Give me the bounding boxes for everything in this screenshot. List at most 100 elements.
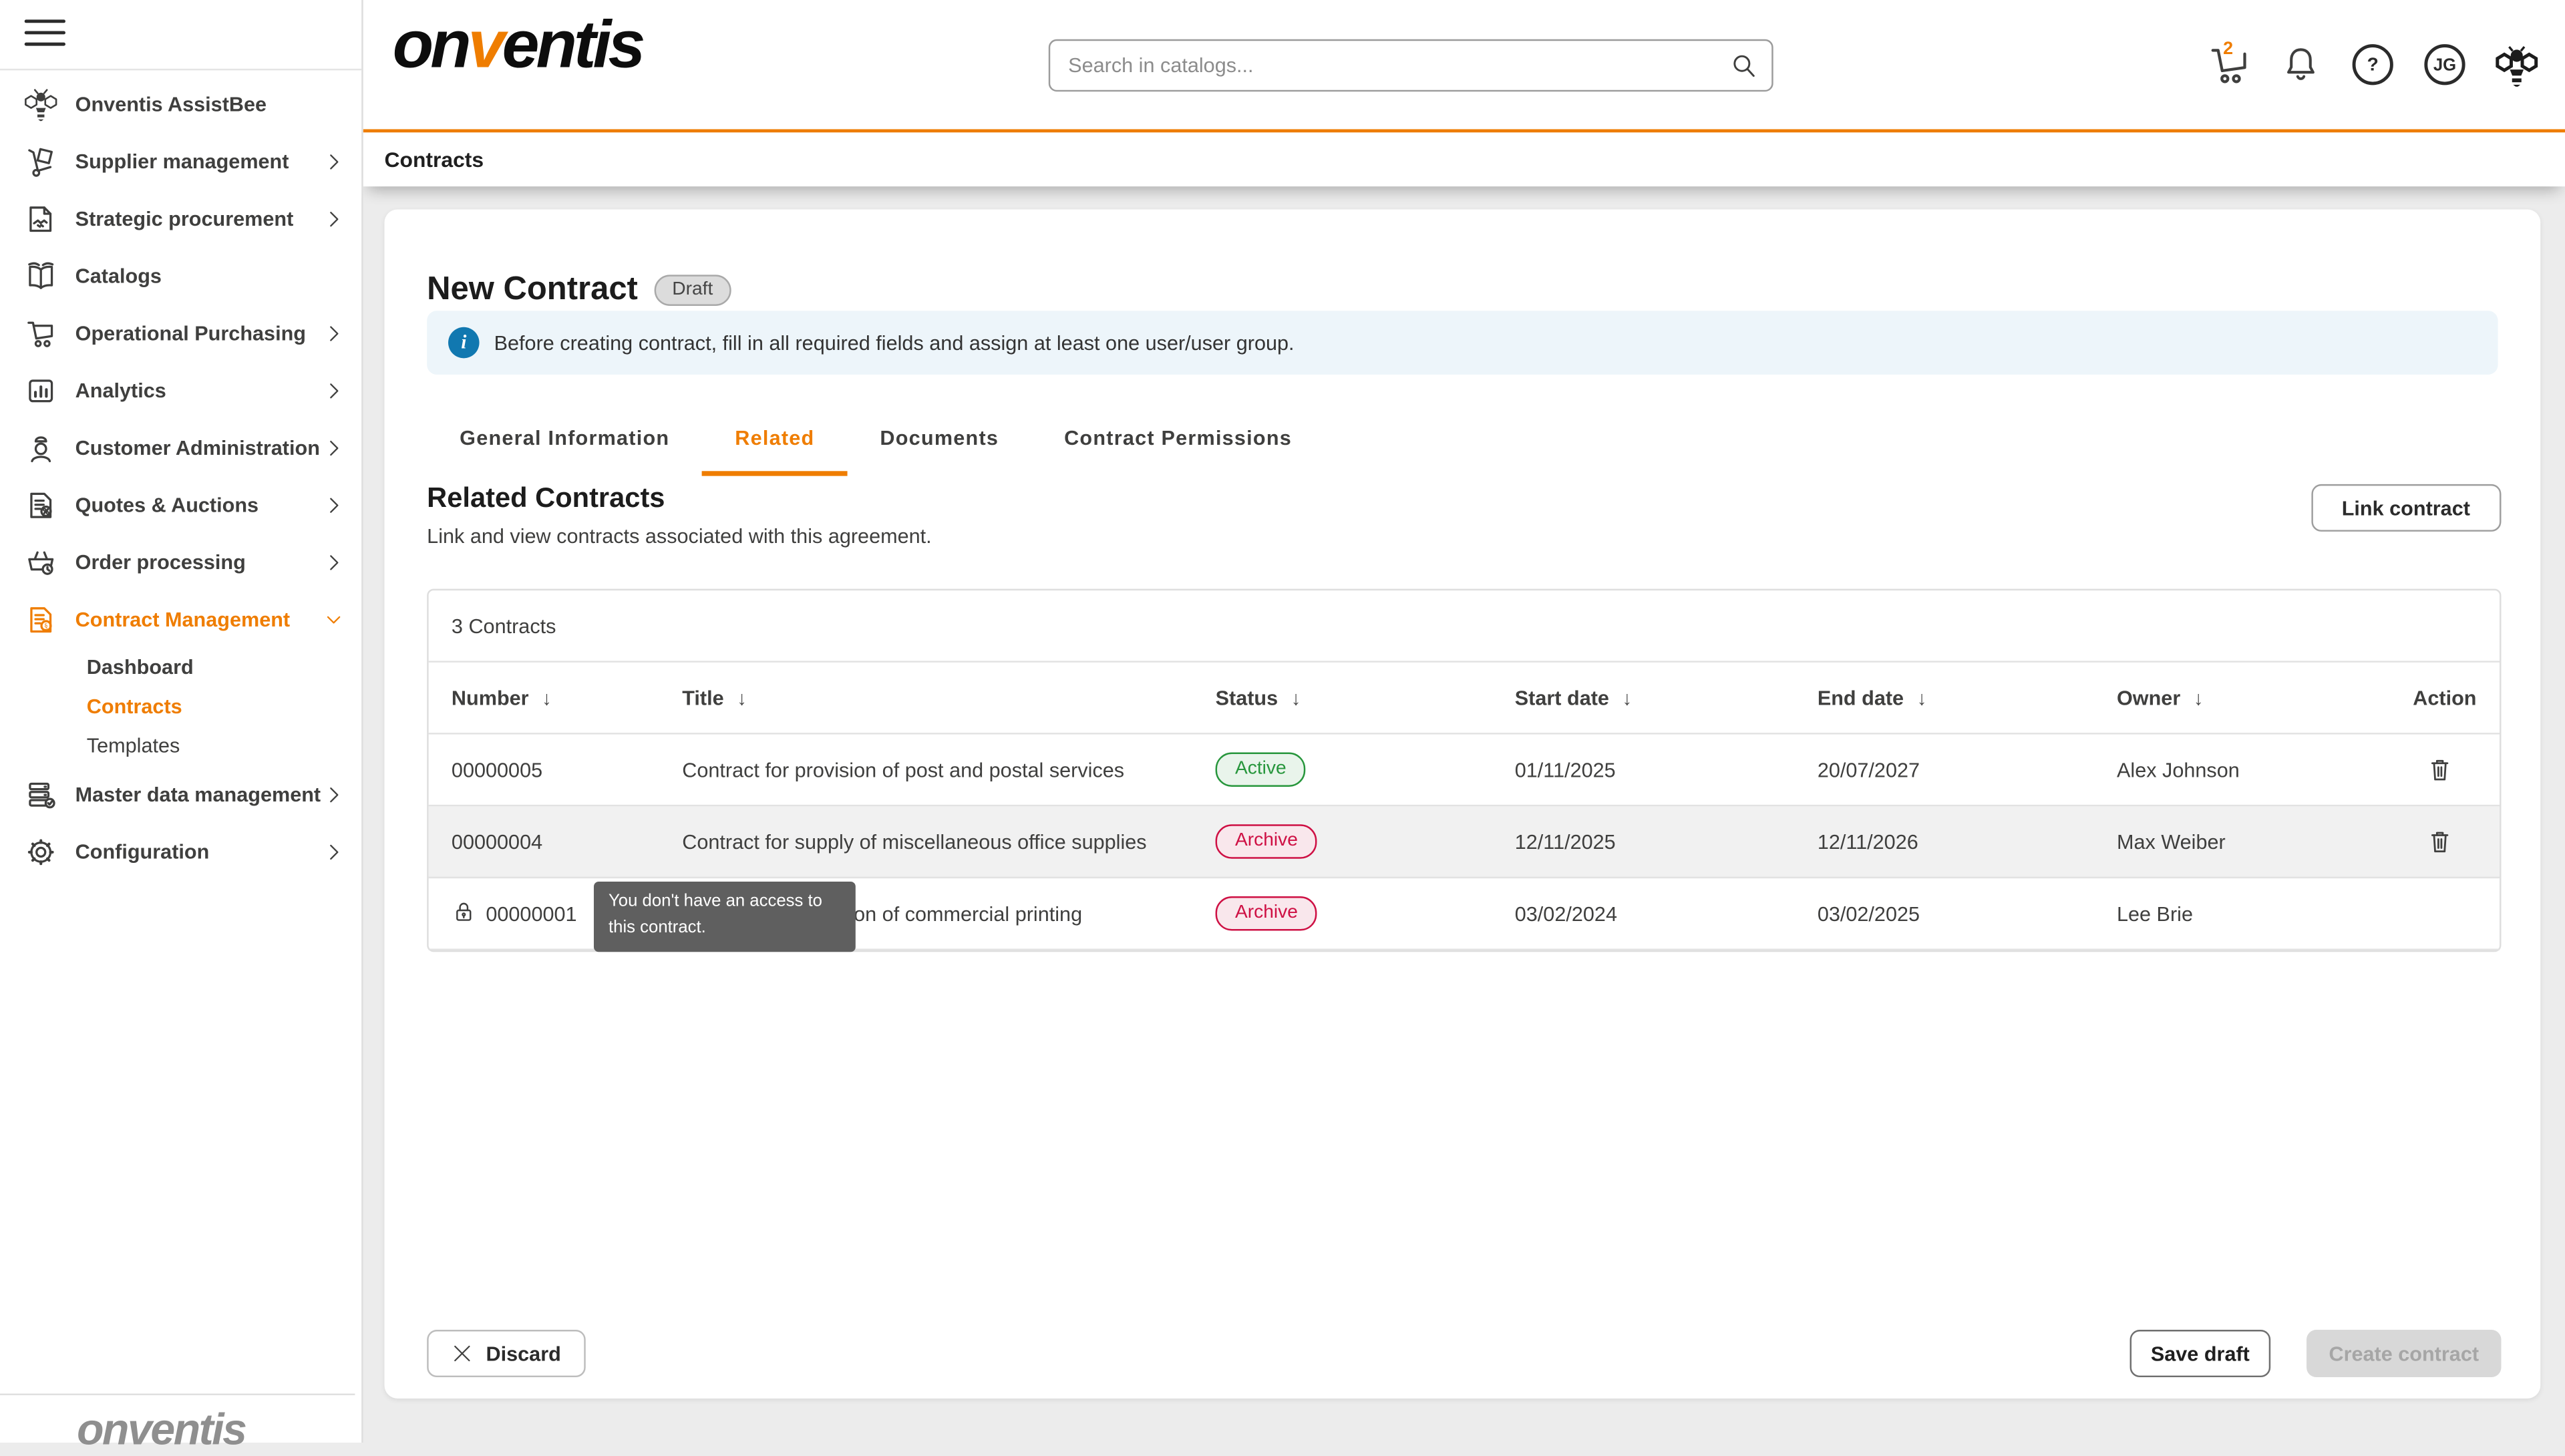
sidebar-item-label: Supplier management — [75, 150, 323, 172]
sidebar-item-label: Master data management — [75, 783, 323, 805]
sidebar-item-master-data-management[interactable]: Master data management — [0, 765, 361, 823]
lock-icon — [452, 900, 476, 928]
hamburger-menu-icon[interactable] — [25, 19, 65, 45]
contract-management-submenu: Dashboard Contracts Templates — [0, 648, 361, 765]
contract-number: 00000004 — [429, 830, 659, 853]
tab-related[interactable]: Related — [702, 407, 847, 476]
tab-contract-permissions[interactable]: Contract Permissions — [1031, 407, 1325, 476]
sidebar-item-label: Customer Administration — [75, 436, 323, 459]
search-input[interactable] — [1049, 39, 1773, 92]
sidebar-footer-divider — [0, 1394, 355, 1395]
table-count-row: 3 Contracts — [429, 590, 2500, 663]
table-row[interactable]: 00000005 Contract for provision of post … — [429, 735, 2500, 807]
sidebar-item-operational-purchasing[interactable]: Operational Purchasing — [0, 305, 361, 362]
notifications-bell-icon[interactable] — [2278, 43, 2323, 87]
sidebar-item-contract-management[interactable]: § Contract Management — [0, 590, 361, 648]
tabs: General Information Related Documents Co… — [427, 407, 1325, 476]
save-draft-button[interactable]: Save draft — [2130, 1330, 2271, 1377]
breadcrumb-bar: Contracts — [363, 132, 2565, 186]
tab-general-information[interactable]: General Information — [427, 407, 702, 476]
close-icon — [452, 1343, 473, 1364]
cart-count-badge: 2 — [2223, 39, 2233, 59]
contract-title: Contract for supply of miscellaneous off… — [659, 830, 1192, 853]
column-header-action: Action — [2390, 686, 2500, 709]
gear-icon — [23, 834, 59, 870]
sort-desc-icon[interactable]: ↓ — [1917, 686, 1927, 709]
app-root: Onventis AssistBee Supplier management S… — [0, 0, 2565, 1443]
sort-desc-icon[interactable]: ↓ — [1622, 686, 1633, 709]
person-icon — [23, 429, 59, 466]
breadcrumb[interactable]: Contracts — [385, 147, 484, 172]
contract-start-date: 12/11/2025 — [1492, 830, 1794, 853]
sidebar-item-customer-administration[interactable]: Customer Administration — [0, 419, 361, 476]
no-access-tooltip: You don't have an access to this contrac… — [594, 882, 856, 951]
link-contract-button[interactable]: Link contract — [2311, 484, 2501, 532]
column-header-number[interactable]: Number↓ — [429, 686, 659, 709]
sidebar-item-strategic-procurement[interactable]: Strategic procurement — [0, 190, 361, 247]
basket-clock-icon — [23, 544, 59, 580]
delete-icon[interactable] — [2426, 755, 2454, 784]
status-badge: Draft — [654, 275, 731, 306]
contract-start-date: 03/02/2024 — [1492, 902, 1794, 925]
chevron-right-icon — [322, 150, 345, 172]
column-header-owner[interactable]: Owner↓ — [2094, 686, 2390, 709]
sort-desc-icon[interactable]: ↓ — [2194, 686, 2204, 709]
sidebar-subitem-dashboard[interactable]: Dashboard — [0, 648, 361, 687]
info-banner: i Before creating contract, fill in all … — [427, 311, 2498, 375]
top-header: onventis 2 ? JG — [363, 0, 2565, 132]
chevron-down-icon — [322, 608, 345, 630]
column-header-title[interactable]: Title↓ — [659, 686, 1192, 709]
open-book-icon — [23, 258, 59, 294]
sidebar-item-label: Strategic procurement — [75, 207, 323, 230]
shopping-cart-icon — [23, 315, 59, 351]
cart-icon[interactable]: 2 — [2207, 43, 2251, 87]
assistbee-icon[interactable] — [2495, 43, 2539, 87]
sidebar-item-assistbee[interactable]: Onventis AssistBee — [0, 75, 361, 133]
onventis-logo[interactable]: onventis — [393, 7, 643, 83]
chevron-right-icon — [322, 436, 345, 459]
contract-owner: Lee Brie — [2094, 902, 2390, 925]
create-contract-button[interactable]: Create contract — [2306, 1330, 2501, 1377]
column-header-status[interactable]: Status↓ — [1192, 686, 1492, 709]
search-icon[interactable] — [1729, 51, 1759, 80]
chevron-right-icon — [322, 550, 345, 573]
sidebar-item-catalogs[interactable]: Catalogs — [0, 247, 361, 305]
content-area: New Contract Draft i Before creating con… — [363, 186, 2565, 1443]
table-row[interactable]: 00000004 Contract for supply of miscella… — [429, 806, 2500, 878]
column-header-end-date[interactable]: End date↓ — [1795, 686, 2094, 709]
chevron-right-icon — [322, 207, 345, 230]
sort-desc-icon[interactable]: ↓ — [542, 686, 552, 709]
contract-number: 00000005 — [429, 758, 659, 781]
status-badge-archive: Archive — [1216, 896, 1318, 930]
chevron-right-icon — [322, 840, 345, 863]
handshake-document-icon — [23, 200, 59, 236]
contract-owner: Alex Johnson — [2094, 758, 2390, 781]
bar-chart-icon — [23, 372, 59, 408]
main-column: onventis 2 ? JG — [363, 0, 2565, 1443]
sidebar-item-order-processing[interactable]: Order processing — [0, 533, 361, 590]
sidebar: Onventis AssistBee Supplier management S… — [0, 0, 363, 1443]
sidebar-subitem-contracts[interactable]: Contracts — [0, 687, 361, 727]
tab-documents[interactable]: Documents — [847, 407, 1031, 476]
contract-card: New Contract Draft i Before creating con… — [385, 209, 2541, 1398]
section-title: Related Contracts — [427, 482, 665, 515]
sort-desc-icon[interactable]: ↓ — [737, 686, 747, 709]
status-badge-archive: Archive — [1216, 824, 1318, 858]
sidebar-item-analytics[interactable]: Analytics — [0, 361, 361, 419]
delete-icon[interactable] — [2426, 827, 2454, 856]
sidebar-item-label: Quotes & Auctions — [75, 493, 323, 516]
sidebar-item-quotes-auctions[interactable]: Quotes & Auctions — [0, 476, 361, 534]
document-percent-icon — [23, 487, 59, 523]
svg-text:§: § — [44, 622, 48, 630]
sidebar-item-label: Onventis AssistBee — [75, 92, 345, 115]
sort-desc-icon[interactable]: ↓ — [1291, 686, 1301, 709]
user-avatar[interactable]: JG — [2423, 43, 2467, 87]
sidebar-item-configuration[interactable]: Configuration — [0, 823, 361, 880]
sidebar-subitem-templates[interactable]: Templates — [0, 726, 361, 765]
sidebar-item-supplier-management[interactable]: Supplier management — [0, 132, 361, 190]
header-icons: 2 ? JG — [2207, 0, 2539, 129]
discard-button[interactable]: Discard — [427, 1330, 586, 1377]
contracts-count: 3 Contracts — [452, 614, 556, 637]
column-header-start-date[interactable]: Start date↓ — [1492, 686, 1794, 709]
help-icon[interactable]: ? — [2351, 43, 2395, 87]
